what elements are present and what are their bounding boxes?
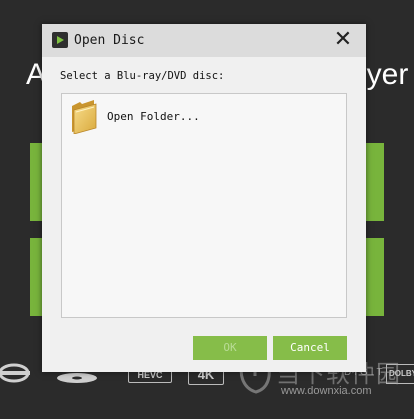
- background-title-right: lyer: [360, 58, 409, 91]
- ok-button[interactable]: OK: [193, 336, 267, 360]
- disc-list[interactable]: Open Folder...: [61, 93, 347, 318]
- bluray-logo-icon: [0, 363, 30, 383]
- dialog-titlebar[interactable]: Open Disc ✕: [42, 24, 366, 57]
- cancel-button[interactable]: Cancel: [273, 336, 347, 360]
- open-disc-dialog: Open Disc ✕ Select a Blu-ray/DVD disc: O…: [42, 24, 366, 372]
- close-button[interactable]: ✕: [328, 26, 358, 54]
- dialog-title: Open Disc: [74, 33, 145, 48]
- app-logo-icon: [52, 32, 68, 48]
- select-disc-prompt: Select a Blu-ray/DVD disc:: [60, 70, 225, 82]
- folder-icon: [72, 100, 97, 134]
- watermark-url: www.downxia.com: [281, 385, 372, 397]
- open-folder-label: Open Folder...: [107, 110, 200, 123]
- close-icon: ✕: [333, 27, 353, 52]
- list-item-open-folder[interactable]: Open Folder...: [70, 100, 250, 136]
